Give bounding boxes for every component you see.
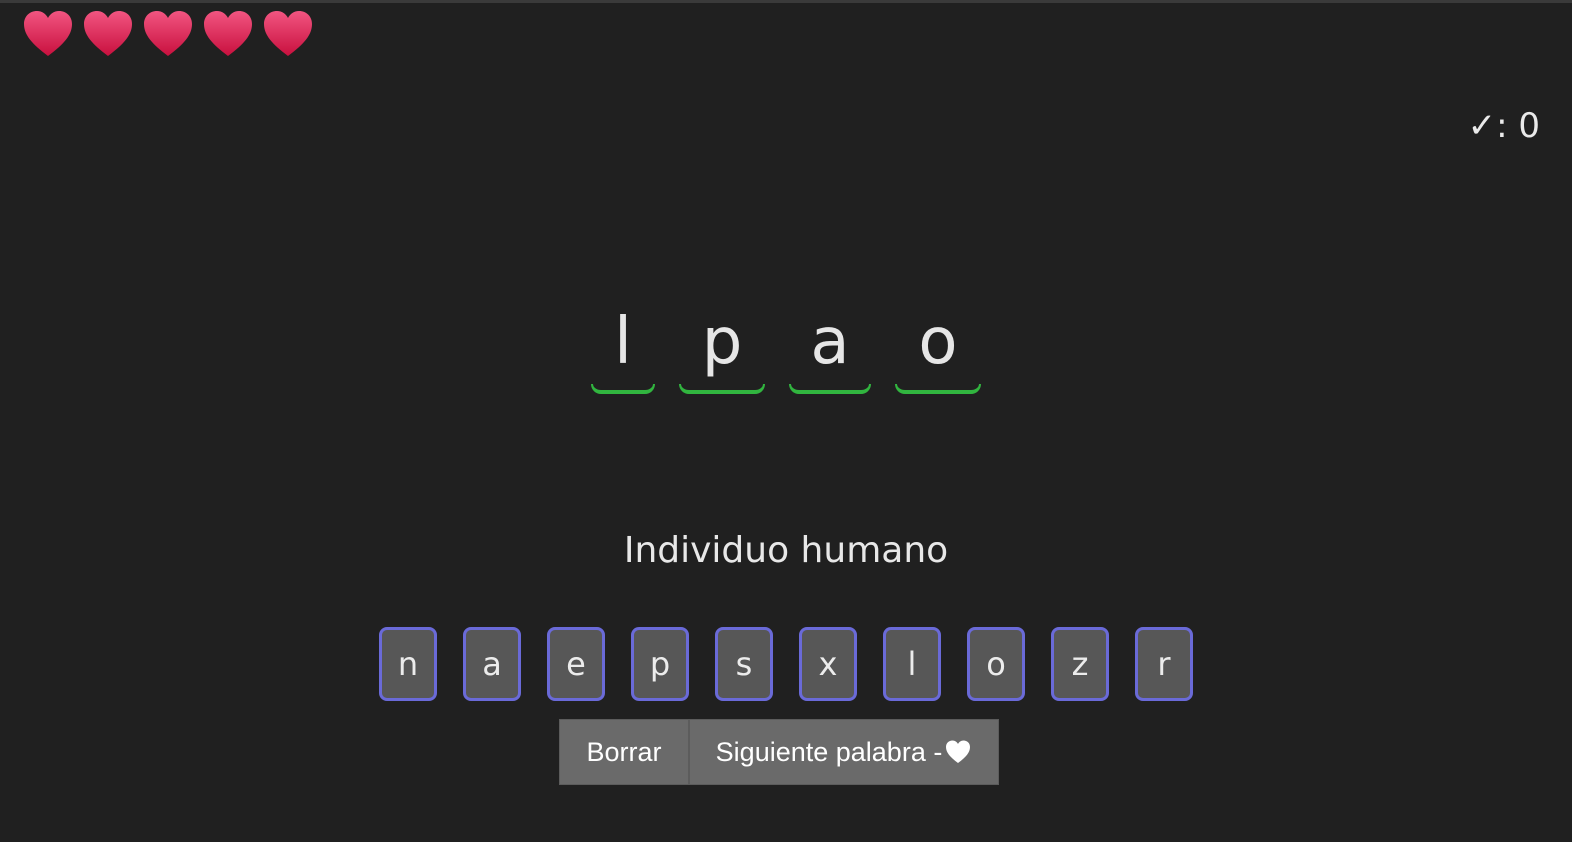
slot-letter: p [701,305,743,379]
letter-bank: n a e p s x l o z r [0,627,1572,701]
clear-button-label: Borrar [586,736,662,767]
heart-icon [24,11,72,56]
next-word-button-label: Siguiente palabra - [715,736,943,767]
action-buttons: Borrar Siguiente palabra - [559,719,999,785]
word-hint: Individuo humano [623,530,949,571]
letter-slot[interactable]: a [789,300,871,394]
letter-key[interactable]: x [799,627,857,701]
score-value: 0 [1518,106,1540,146]
heart-icon [144,11,192,56]
letter-key[interactable]: e [547,627,605,701]
white-heart-icon [946,740,971,763]
heart-icon [204,11,252,56]
score-separator: : [1496,106,1519,146]
lives-bar [22,10,314,58]
slot-letter: l [614,305,632,379]
next-word-button[interactable]: Siguiente palabra - [689,719,999,785]
letter-slot[interactable]: l [591,300,655,394]
heart-icon [264,11,312,56]
letter-key[interactable]: p [631,627,689,701]
letter-key[interactable]: s [715,627,773,701]
letter-key[interactable]: z [1051,627,1109,701]
letter-slot[interactable]: o [895,300,981,394]
top-border [0,0,1572,3]
check-icon: ✓ [1467,106,1497,146]
word-slots: l p a o [0,300,1572,394]
slot-underline [679,384,765,394]
heart-icon [84,11,132,56]
letter-key[interactable]: l [883,627,941,701]
letter-slot[interactable]: p [679,300,765,394]
clear-button[interactable]: Borrar [559,719,689,785]
letter-key[interactable]: r [1135,627,1193,701]
slot-underline [895,384,981,394]
letter-key[interactable]: o [967,627,1025,701]
slot-letter: o [918,305,958,379]
slot-underline [591,384,655,394]
letter-key[interactable]: a [463,627,521,701]
slot-underline [789,384,871,394]
letter-key[interactable]: n [379,627,437,701]
slot-letter: a [810,305,850,379]
score-counter: ✓ : 0 [1468,106,1540,146]
game-screen: ✓ : 0 l p a o Individuo humano n a e p s… [0,0,1572,842]
